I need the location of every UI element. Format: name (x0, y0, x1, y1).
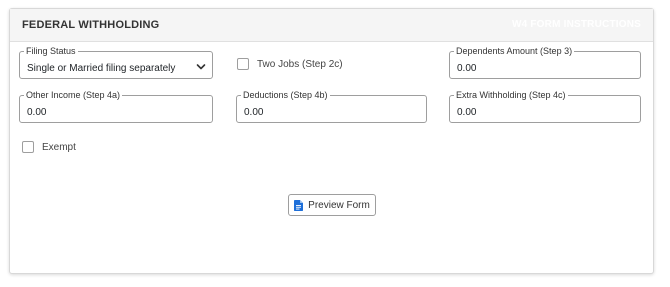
panel-header: FEDERAL WITHHOLDING W4 FORM INSTRUCTIONS (10, 9, 653, 42)
document-icon (294, 199, 304, 211)
filing-status-label: Filing Status (24, 45, 78, 57)
exempt-checkbox[interactable] (22, 141, 34, 153)
filing-status-value: Single or Married filing separately (27, 63, 176, 74)
exempt-option[interactable]: Exempt (22, 141, 76, 153)
two-jobs-label: Two Jobs (Step 2c) (257, 58, 343, 70)
chevron-down-icon (196, 64, 206, 70)
w4-instructions-link[interactable]: W4 FORM INSTRUCTIONS (512, 19, 641, 30)
filing-status-select[interactable]: Filing Status Single or Married filing s… (19, 45, 213, 79)
preview-form-button[interactable]: Preview Form (288, 194, 376, 216)
other-income-field[interactable]: Other Income (Step 4a) 0.00 (19, 89, 213, 123)
deductions-field[interactable]: Deductions (Step 4b) 0.00 (236, 89, 427, 123)
extra-withholding-value: 0.00 (457, 107, 477, 118)
other-income-value: 0.00 (27, 107, 47, 118)
two-jobs-option[interactable]: Two Jobs (Step 2c) (237, 58, 343, 70)
dependents-amount-label: Dependents Amount (Step 3) (454, 45, 575, 57)
preview-form-label: Preview Form (308, 199, 370, 211)
extra-withholding-field[interactable]: Extra Withholding (Step 4c) 0.00 (449, 89, 641, 123)
dependents-amount-value: 0.00 (457, 63, 477, 74)
extra-withholding-label: Extra Withholding (Step 4c) (454, 89, 568, 101)
dependents-amount-field[interactable]: Dependents Amount (Step 3) 0.00 (449, 45, 641, 79)
exempt-label: Exempt (42, 141, 76, 153)
deductions-value: 0.00 (244, 107, 264, 118)
deductions-label: Deductions (Step 4b) (241, 89, 330, 101)
other-income-label: Other Income (Step 4a) (24, 89, 123, 101)
panel-title: FEDERAL WITHHOLDING (22, 19, 160, 31)
two-jobs-checkbox[interactable] (237, 58, 249, 70)
